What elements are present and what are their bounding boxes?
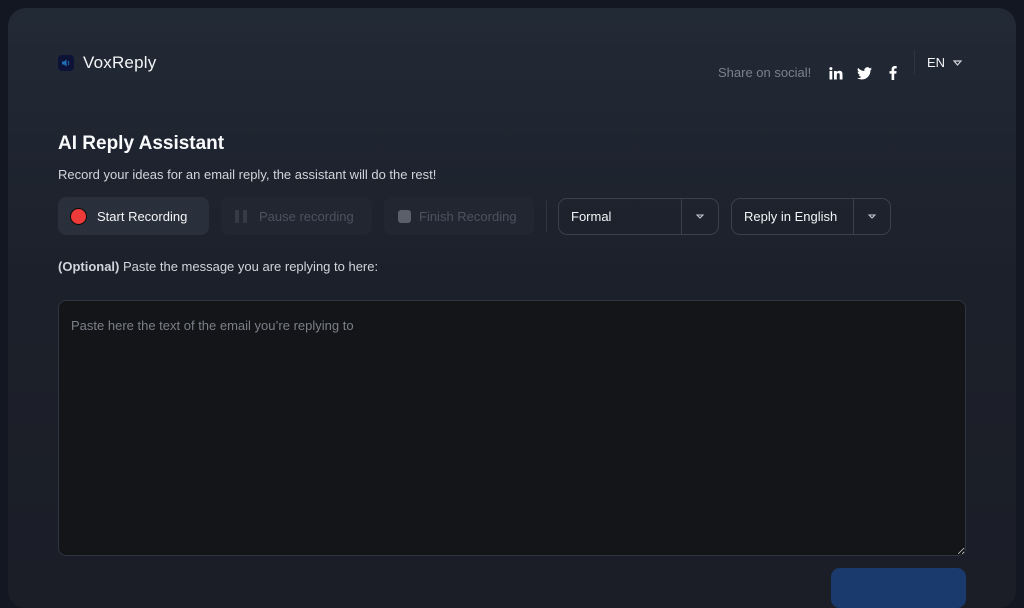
page-subtitle: Record your ideas for an email reply, th…	[58, 167, 437, 182]
controls-divider	[546, 200, 547, 232]
page-title: AI Reply Assistant	[58, 133, 225, 154]
start-recording-button[interactable]: Start Recording	[58, 197, 209, 235]
chevron-down-icon	[868, 214, 876, 219]
generate-reply-button[interactable]	[831, 568, 966, 608]
header-divider	[914, 50, 915, 74]
app-name: VoxReply	[83, 53, 157, 72]
finish-recording-button[interactable]: Finish Recording	[384, 197, 534, 235]
facebook-icon[interactable]	[884, 64, 902, 82]
pause-recording-button[interactable]: Pause recording	[221, 197, 372, 235]
chevron-down-icon	[953, 59, 963, 66]
optional-label: (Optional) Paste the message you are rep…	[58, 259, 378, 274]
linkedin-icon[interactable]	[827, 64, 845, 82]
app-logo[interactable]: VoxReply	[58, 53, 156, 73]
optional-text: Paste the message you are replying to he…	[119, 259, 379, 274]
language-selector[interactable]: EN	[927, 55, 963, 70]
tone-select-toggle[interactable]	[681, 199, 718, 234]
record-icon	[70, 207, 87, 225]
original-email-textarea[interactable]	[58, 300, 966, 556]
start-recording-label: Start Recording	[97, 208, 188, 224]
tone-select-value: Formal	[571, 209, 612, 224]
reply-language-toggle[interactable]	[853, 199, 890, 234]
pause-recording-label: Pause recording	[259, 208, 354, 224]
reply-language-select[interactable]: Reply in English	[731, 198, 891, 235]
stop-icon	[398, 209, 411, 223]
pause-icon	[235, 209, 247, 223]
chevron-down-icon	[696, 214, 704, 219]
twitter-icon[interactable]	[855, 64, 873, 82]
optional-prefix: (Optional)	[58, 259, 120, 274]
share-label: Share on social!	[718, 65, 812, 80]
speaker-icon	[58, 55, 74, 71]
tone-select[interactable]: Formal	[558, 198, 719, 235]
finish-recording-label: Finish Recording	[419, 208, 517, 224]
reply-language-value: Reply in English	[744, 209, 838, 224]
language-label: EN	[927, 55, 946, 70]
